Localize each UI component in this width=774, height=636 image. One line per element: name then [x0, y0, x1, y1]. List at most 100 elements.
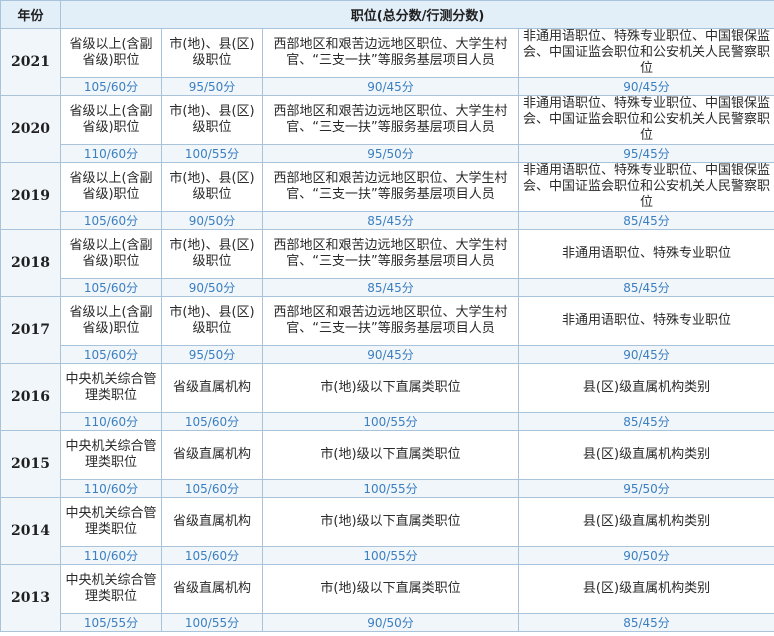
score-cell: 100/55分 — [161, 613, 263, 632]
position-cell: 市(地)、县(区)级职位 — [161, 296, 263, 346]
table-row-scores: 105/60分 95/50分 90/45分 90/45分 — [1, 345, 774, 364]
score-cell: 110/60分 — [60, 412, 162, 431]
score-cell: 110/60分 — [60, 144, 162, 163]
position-cell: 中央机关综合管理类职位 — [60, 363, 162, 413]
position-column-header: 职位(总分数/行测分数) — [59, 0, 774, 29]
score-cell: 85/45分 — [517, 211, 774, 230]
position-cell: 省级以上(含副省级)职位 — [60, 28, 162, 78]
position-cell: 非通用语职位、特殊专业职位 — [517, 296, 774, 346]
position-cell: 省级以上(含副省级)职位 — [60, 229, 162, 279]
table-header-row: 年份 职位(总分数/行测分数) — [0, 0, 774, 29]
position-cell: 县(区)级直属机构类别 — [517, 497, 774, 547]
score-cell: 90/50分 — [161, 278, 263, 297]
table-row-scores: 105/60分 95/50分 90/45分 90/45分 — [1, 77, 774, 96]
position-cell: 非通用语职位、特殊专业职位、中国银保监会、中国证监会职位和公安机关人民警察职位 — [517, 95, 774, 145]
table-row-positions: 2016 中央机关综合管理类职位 省级直属机构 市(地)级以下直属类职位 县(区)级直属… — [0, 363, 774, 431]
position-cell: 省级直属机构 — [161, 430, 263, 480]
year-cell: 2017 — [0, 296, 61, 364]
year-column-header: 年份 — [0, 0, 61, 29]
score-cell: 85/45分 — [517, 278, 774, 297]
score-cell: 90/50分 — [161, 211, 263, 230]
table-row-scores: 110/60分 100/55分 95/50分 95/45分 — [1, 144, 774, 163]
table-row-scores: 110/60分 105/60分 100/55分 95/50分 — [1, 479, 774, 498]
position-cell: 市(地)、县(区)级职位 — [161, 95, 263, 145]
position-cell: 非通用语职位、特殊专业职位、中国银保监会、中国证监会职位和公安机关人民警察职位 — [517, 162, 774, 212]
score-cell: 105/60分 — [60, 278, 162, 297]
table-row-scores: 105/55分 100/55分 90/50分 85/45分 — [1, 613, 774, 632]
table-row-positions: 2017 省级以上(含副省级)职位 市(地)、县(区)级职位 西部地区和艰苦边远地区职… — [0, 296, 774, 364]
score-cell: 85/45分 — [262, 278, 519, 297]
position-cell: 省级直属机构 — [161, 363, 263, 413]
score-cell: 105/60分 — [60, 211, 162, 230]
score-cell: 95/50分 — [161, 345, 263, 364]
position-cell: 市(地)级以下直属类职位 — [262, 363, 519, 413]
position-cell: 县(区)级直属机构类别 — [517, 363, 774, 413]
year-cell: 2015 — [0, 430, 61, 498]
year-cell: 2019 — [0, 162, 61, 230]
score-cell: 100/55分 — [262, 412, 519, 431]
table-row-positions: 2013 中央机关综合管理类职位 省级直属机构 市(地)级以下直属类职位 县(区)级直属… — [0, 564, 774, 632]
score-cell: 90/45分 — [517, 77, 774, 96]
score-cell: 100/55分 — [161, 144, 263, 163]
position-cell: 县(区)级直属机构类别 — [517, 430, 774, 480]
table-row-scores: 110/60分 105/60分 100/55分 85/45分 — [1, 412, 774, 431]
table-row-positions: 2014 中央机关综合管理类职位 省级直属机构 市(地)级以下直属类职位 县(区)级直属… — [0, 497, 774, 565]
position-cell: 市(地)、县(区)级职位 — [161, 28, 263, 78]
score-cell: 100/55分 — [262, 546, 519, 565]
position-cell: 省级以上(含副省级)职位 — [60, 162, 162, 212]
position-cell: 西部地区和艰苦边远地区职位、大学生村官、“三支一扶”等服务基层项目人员 — [262, 296, 519, 346]
table-row-positions: 2015 中央机关综合管理类职位 省级直属机构 市(地)级以下直属类职位 县(区)级直属… — [0, 430, 774, 498]
score-cell: 90/45分 — [517, 345, 774, 364]
score-cell: 85/45分 — [262, 211, 519, 230]
position-cell: 西部地区和艰苦边远地区职位、大学生村官、“三支一扶”等服务基层项目人员 — [262, 229, 519, 279]
position-cell: 西部地区和艰苦边远地区职位、大学生村官、“三支一扶”等服务基层项目人员 — [262, 162, 519, 212]
table-body: 2021 省级以上(含副省级)职位 市(地)、县(区)级职位 西部地区和艰苦边远地区职… — [0, 28, 774, 632]
score-cell: 105/60分 — [161, 546, 263, 565]
score-cell: 90/45分 — [262, 77, 519, 96]
position-cell: 中央机关综合管理类职位 — [60, 564, 162, 614]
table-row-scores: 105/60分 90/50分 85/45分 85/45分 — [1, 211, 774, 230]
position-cell: 西部地区和艰苦边远地区职位、大学生村官、“三支一扶”等服务基层项目人员 — [262, 95, 519, 145]
score-cell: 105/60分 — [161, 479, 263, 498]
position-cell: 县(区)级直属机构类别 — [517, 564, 774, 614]
table-row-positions: 2019 省级以上(含副省级)职位 市(地)、县(区)级职位 西部地区和艰苦边远地区职… — [0, 162, 774, 230]
position-cell: 市(地)、县(区)级职位 — [161, 229, 263, 279]
position-cell: 省级以上(含副省级)职位 — [60, 296, 162, 346]
position-cell: 省级以上(含副省级)职位 — [60, 95, 162, 145]
year-cell: 2016 — [0, 363, 61, 431]
position-cell: 中央机关综合管理类职位 — [60, 430, 162, 480]
table-row-scores: 105/60分 90/50分 85/45分 85/45分 — [1, 278, 774, 297]
year-cell: 2013 — [0, 564, 61, 632]
score-cell: 105/55分 — [60, 613, 162, 632]
position-cell: 市(地)、县(区)级职位 — [161, 162, 263, 212]
year-cell: 2020 — [0, 95, 61, 163]
position-cell: 非通用语职位、特殊专业职位、中国银保监会、中国证监会职位和公安机关人民警察职位 — [517, 28, 774, 78]
table-row-positions: 2020 省级以上(含副省级)职位 市(地)、县(区)级职位 西部地区和艰苦边远地区职… — [0, 95, 774, 163]
position-cell: 省级直属机构 — [161, 564, 263, 614]
score-cell: 95/50分 — [517, 479, 774, 498]
position-cell: 市(地)级以下直属类职位 — [262, 430, 519, 480]
score-cell: 85/45分 — [517, 613, 774, 632]
score-cell: 95/50分 — [262, 144, 519, 163]
score-cell: 85/45分 — [517, 412, 774, 431]
score-cell: 95/50分 — [161, 77, 263, 96]
score-cell: 100/55分 — [262, 479, 519, 498]
score-cell: 90/45分 — [262, 345, 519, 364]
year-cell: 2018 — [0, 229, 61, 297]
position-cell: 省级直属机构 — [161, 497, 263, 547]
table-row-positions: 2021 省级以上(含副省级)职位 市(地)、县(区)级职位 西部地区和艰苦边远地区职… — [0, 28, 774, 96]
year-cell: 2014 — [0, 497, 61, 565]
position-cell: 非通用语职位、特殊专业职位 — [517, 229, 774, 279]
year-cell: 2021 — [0, 28, 61, 96]
table-row-scores: 110/60分 105/60分 100/55分 90/50分 — [1, 546, 774, 565]
score-cell: 105/60分 — [60, 345, 162, 364]
score-line-table: 年份 职位(总分数/行测分数) 2021 省级以上(含副省级)职位 市(地)、县(区… — [0, 0, 774, 632]
position-cell: 市(地)级以下直属类职位 — [262, 497, 519, 547]
score-cell: 105/60分 — [161, 412, 263, 431]
score-cell: 90/50分 — [517, 546, 774, 565]
score-cell: 110/60分 — [60, 546, 162, 565]
table-row-positions: 2018 省级以上(含副省级)职位 市(地)、县(区)级职位 西部地区和艰苦边远地区职… — [0, 229, 774, 297]
score-cell: 105/60分 — [60, 77, 162, 96]
score-cell: 95/45分 — [517, 144, 774, 163]
score-cell: 90/50分 — [262, 613, 519, 632]
